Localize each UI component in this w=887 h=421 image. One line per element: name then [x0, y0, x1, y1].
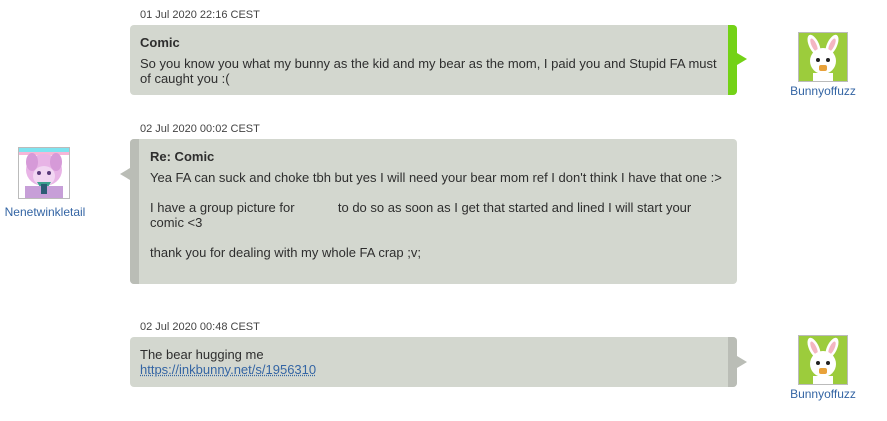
avatar-nenetwinkletail[interactable]: [18, 147, 70, 199]
avatar-bunnyoffuzz[interactable]: [798, 335, 848, 385]
message-subject: Re: Comic: [150, 149, 215, 164]
avatar-bunnyoffuzz[interactable]: [798, 32, 848, 82]
bunny-avatar-icon: [799, 33, 847, 81]
bubble-pointer: [737, 53, 747, 65]
message-body: So you know you what my bunny as the kid…: [140, 56, 717, 86]
username-link[interactable]: Nenetwinkletail: [0, 205, 105, 219]
message-timestamp: 01 Jul 2020 22:16 CEST: [140, 9, 260, 21]
message-timestamp: 02 Jul 2020 00:48 CEST: [140, 321, 260, 333]
username-link[interactable]: Bunnyoffuzz: [763, 84, 883, 98]
message-body-paragraph: I have a group picture for to do so as s…: [150, 200, 695, 230]
username-link[interactable]: Bunnyoffuzz: [763, 387, 883, 401]
read-indicator: [728, 337, 737, 387]
message-bubble: The bear hugging me https://inkbunny.net…: [130, 337, 747, 387]
submission-link[interactable]: https://inkbunny.net/s/1956310: [140, 362, 316, 377]
unread-indicator: [728, 25, 737, 95]
bunny-avatar-icon: [799, 336, 847, 384]
message-subject: Comic: [140, 35, 180, 50]
bubble-pointer: [120, 168, 130, 180]
message-body-paragraph: thank you for dealing with my whole FA c…: [150, 245, 421, 260]
message-timestamp: 02 Jul 2020 00:02 CEST: [140, 123, 260, 135]
message-bubble: Comic So you know you what my bunny as t…: [130, 25, 747, 95]
read-indicator: [130, 139, 139, 284]
message-bubble: Re: Comic Yea FA can suck and choke tbh …: [120, 139, 737, 284]
message-body: The bear hugging me: [140, 347, 264, 362]
bubble-pointer: [737, 356, 747, 368]
message-body-paragraph: Yea FA can suck and choke tbh but yes I …: [150, 170, 722, 185]
character-avatar-icon: [19, 148, 69, 198]
